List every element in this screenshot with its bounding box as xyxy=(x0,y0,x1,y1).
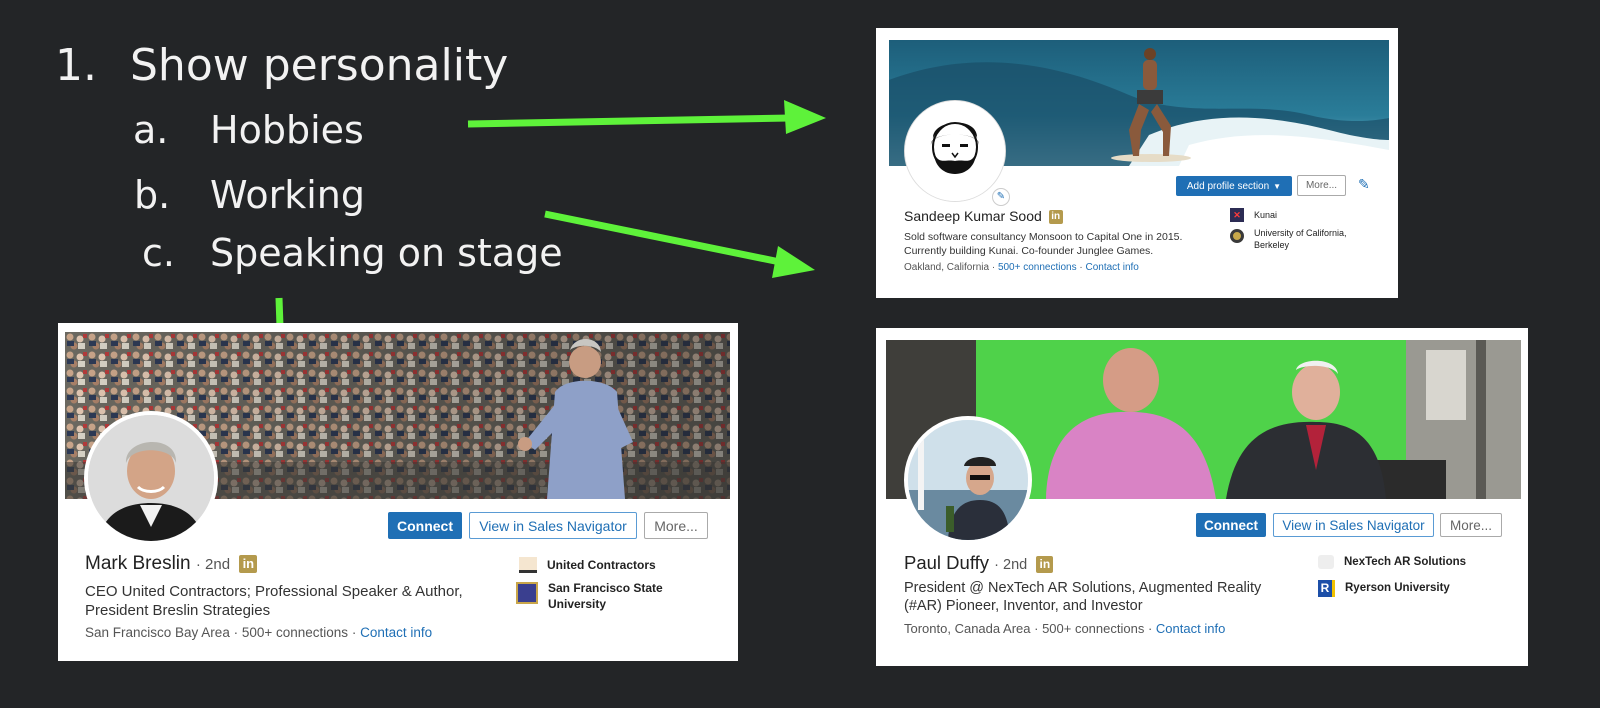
name-text: Paul Duffy xyxy=(904,552,990,573)
connect-label: Connect xyxy=(1204,517,1258,533)
school-line-2: University xyxy=(548,597,607,611)
headline-line-1: CEO United Contractors; Professional Spe… xyxy=(85,583,463,600)
profile-name-paul: Paul Duffy · 2nd in xyxy=(904,552,1054,574)
connection-degree: 2nd xyxy=(205,556,231,573)
profile-headline-paul: President @ NexTech AR Solutions, Augmen… xyxy=(904,579,1261,615)
linkedin-premium-icon: in xyxy=(239,554,258,573)
connection-degree: 2nd xyxy=(1003,557,1028,573)
arrow-working xyxy=(544,210,815,278)
company-name: Kunai xyxy=(1254,210,1278,220)
linkedin-premium-icon: in xyxy=(1048,210,1063,225)
avatar-mark[interactable] xyxy=(84,411,218,545)
edit-intro-pencil-icon[interactable]: ✎ xyxy=(1358,176,1370,193)
bearded-face-icon xyxy=(905,101,1005,201)
outline-item-working: Working xyxy=(210,173,365,217)
avatar-paul[interactable] xyxy=(904,416,1032,544)
linkedin-premium-icon: in xyxy=(1036,555,1054,573)
location-text: Toronto, Canada Area xyxy=(904,621,1031,636)
connections-link[interactable]: 500+ connections xyxy=(998,262,1077,273)
headline-line-2: President Breslin Strategies xyxy=(85,602,271,619)
company-item-kunai[interactable]: ✕ Kunai xyxy=(1230,208,1277,222)
outline-letter-b: b. xyxy=(134,173,171,217)
kunai-logo-icon: ✕ xyxy=(1230,208,1244,222)
headline-line-1: President @ NexTech AR Solutions, Augmen… xyxy=(904,580,1262,596)
connect-label: Connect xyxy=(397,517,453,534)
profile-card-sandeep: ✎ Add profile section ▼ More... ✎ Sandee… xyxy=(876,28,1398,298)
contact-info-link[interactable]: Contact info xyxy=(1086,262,1139,273)
profile-headline-mark: CEO United Contractors; Professional Spe… xyxy=(85,582,463,620)
name-text: Sandeep Kumar Sood xyxy=(904,208,1042,224)
caret-down-icon: ▼ xyxy=(1273,181,1282,191)
headline-line-2: (#AR) Pioneer, Inventor, and Investor xyxy=(904,598,1143,614)
school-item-ryerson[interactable]: R Ryerson University xyxy=(1318,580,1450,597)
connect-button-mark[interactable]: Connect xyxy=(388,512,462,539)
profile-name-mark: Mark Breslin · 2nd in xyxy=(85,553,258,575)
profile-meta-sandeep: Oakland, California · 500+ connections ·… xyxy=(904,262,1139,273)
profile-card-mark: Connect View in Sales Navigator More... … xyxy=(58,323,738,661)
headline-line-1: Sold software consultancy Monsoon to Cap… xyxy=(904,231,1183,243)
outline-item-speaking: Speaking on stage xyxy=(210,231,563,275)
more-label: More... xyxy=(654,517,698,534)
profile-meta-paul: Toronto, Canada Area · 500+ connections … xyxy=(904,621,1226,636)
headshot-paul xyxy=(908,420,1028,540)
arrow-hobbies xyxy=(467,100,826,134)
school-name: Ryerson University xyxy=(1345,582,1450,594)
connections-text: 500+ connections xyxy=(1042,621,1145,636)
profile-headline-sandeep: Sold software consultancy Monsoon to Cap… xyxy=(904,230,1182,258)
name-text: Mark Breslin xyxy=(85,553,191,574)
more-button-sandeep[interactable]: More... xyxy=(1297,175,1346,196)
outline-item-show-personality: Show personality xyxy=(130,40,509,91)
contact-info-link[interactable]: Contact info xyxy=(360,625,432,640)
location-text: San Francisco Bay Area xyxy=(85,625,230,640)
company-item-united-contractors[interactable]: United Contractors xyxy=(519,557,656,573)
outline-letter-c: c. xyxy=(142,231,175,275)
berkeley-seal-icon xyxy=(1230,229,1244,243)
more-button-paul[interactable]: More... xyxy=(1440,513,1502,537)
ryerson-logo-icon: R xyxy=(1318,580,1335,597)
headshot-mark xyxy=(88,415,214,541)
avatar-sandeep[interactable] xyxy=(904,100,1006,202)
nextech-logo-icon xyxy=(1318,555,1334,569)
company-name: NexTech AR Solutions xyxy=(1344,556,1467,568)
profile-name-sandeep: Sandeep Kumar Sood in xyxy=(904,208,1063,225)
add-profile-section-label: Add profile section xyxy=(1186,180,1270,192)
outline-letter-a: a. xyxy=(133,108,169,152)
more-button-mark[interactable]: More... xyxy=(644,512,708,539)
contact-info-link[interactable]: Contact info xyxy=(1156,621,1225,636)
school-item-sfsu[interactable]: San Francisco State University xyxy=(516,580,663,612)
sales-navigator-button-paul[interactable]: View in Sales Navigator xyxy=(1273,513,1434,537)
school-line-1: University of California, xyxy=(1254,228,1347,238)
sales-navigator-label: View in Sales Navigator xyxy=(1282,517,1425,533)
profile-meta-mark: San Francisco Bay Area · 500+ connection… xyxy=(85,625,433,640)
sales-navigator-button-mark[interactable]: View in Sales Navigator xyxy=(469,512,637,539)
company-item-nextech[interactable]: NexTech AR Solutions xyxy=(1318,555,1466,569)
connect-button-paul[interactable]: Connect xyxy=(1196,513,1266,537)
location-text: Oakland, California xyxy=(904,262,990,273)
sfsu-seal-icon xyxy=(516,582,538,604)
add-profile-section-button[interactable]: Add profile section ▼ xyxy=(1176,176,1292,196)
school-item-berkeley[interactable]: University of California, Berkeley xyxy=(1230,227,1347,251)
profile-card-paul: Connect View in Sales Navigator More... … xyxy=(876,328,1528,666)
outline-item-hobbies: Hobbies xyxy=(210,108,364,152)
school-line-1: San Francisco State xyxy=(548,581,663,595)
school-line-2: Berkeley xyxy=(1254,240,1290,250)
connections-text: 500+ connections xyxy=(241,625,349,640)
united-contractors-logo-icon xyxy=(519,557,537,573)
sales-navigator-label: View in Sales Navigator xyxy=(479,517,627,534)
headline-line-2: Currently building Kunai. Co-founder Jun… xyxy=(904,245,1154,257)
edit-photo-pencil-icon[interactable]: ✎ xyxy=(992,188,1010,206)
more-label: More... xyxy=(1449,517,1492,533)
company-name: United Contractors xyxy=(547,558,656,572)
more-label: More... xyxy=(1305,180,1338,191)
outline-number-1: 1. xyxy=(55,40,97,91)
